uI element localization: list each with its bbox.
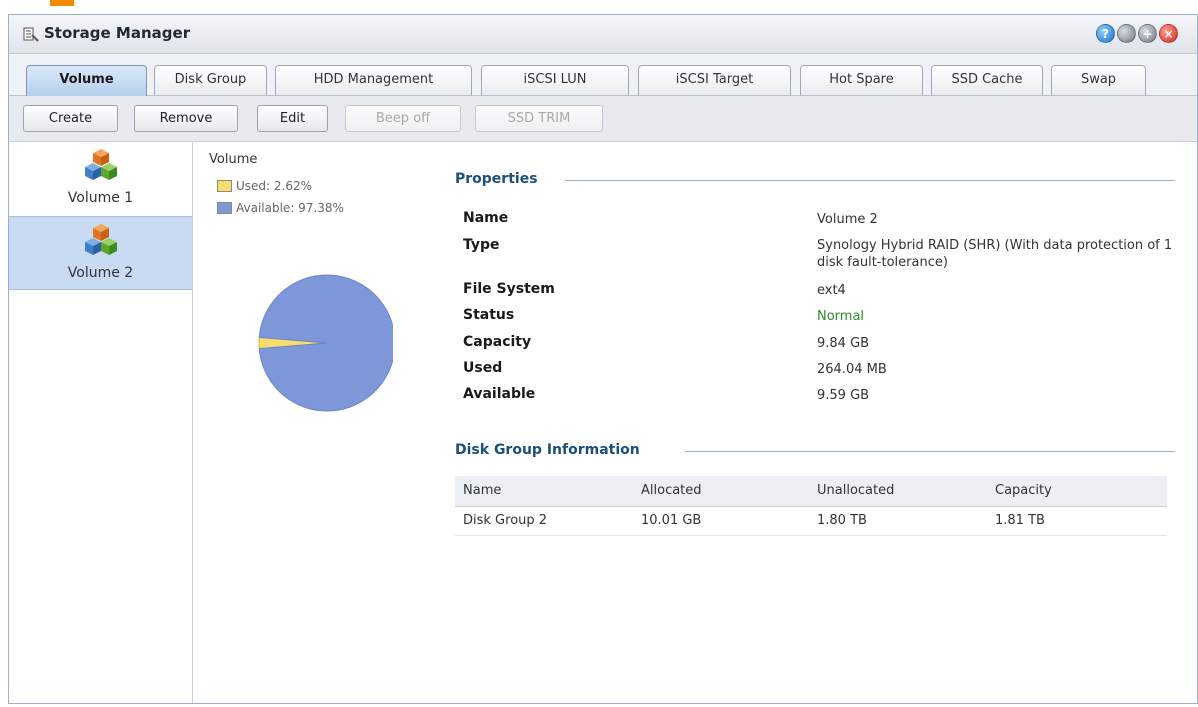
cell-name: Disk Group 2 bbox=[463, 513, 548, 528]
prop-label-status: Status bbox=[463, 307, 515, 323]
column-header-name[interactable]: Name bbox=[463, 483, 501, 498]
disk-group-info-header: Disk Group Information bbox=[455, 442, 648, 458]
close-icon[interactable]: × bbox=[1159, 24, 1178, 43]
prop-label-name: Name bbox=[463, 210, 509, 226]
help-icon[interactable]: ? bbox=[1096, 24, 1115, 43]
prop-label-type: Type bbox=[463, 237, 500, 253]
maximize-icon[interactable]: + bbox=[1138, 24, 1157, 43]
volume-cubes-icon bbox=[85, 224, 117, 255]
tab-hot-spare[interactable]: Hot Spare bbox=[800, 65, 923, 95]
legend-item-used: Used: 2.62% bbox=[217, 179, 312, 193]
prop-value-used: 264.04 MB bbox=[817, 362, 887, 377]
legend-label-used: Used: 2.62% bbox=[236, 179, 313, 193]
edit-button[interactable]: Edit bbox=[257, 105, 328, 132]
accent-mark bbox=[50, 0, 74, 6]
toolbar: Create Remove Edit Beep off SSD TRIM bbox=[9, 96, 1197, 142]
table-header: Name Allocated Unallocated Capacity bbox=[455, 476, 1167, 507]
column-header-capacity[interactable]: Capacity bbox=[995, 483, 1052, 498]
legend-swatch-used bbox=[217, 180, 232, 192]
tab-iscsi-target[interactable]: iSCSI Target bbox=[638, 65, 791, 95]
prop-label-used: Used bbox=[463, 360, 503, 376]
prop-label-file-system: File System bbox=[463, 281, 555, 297]
window-title: Storage Manager bbox=[44, 24, 191, 42]
volume-list: Volume 1 Volume 2 bbox=[9, 142, 193, 703]
tab-volume[interactable]: Volume bbox=[26, 65, 147, 96]
properties-divider bbox=[565, 180, 1175, 181]
storage-manager-app-icon bbox=[23, 27, 39, 42]
tab-hdd-management[interactable]: HDD Management bbox=[275, 65, 472, 95]
ssd-trim-button[interactable]: SSD TRIM bbox=[475, 105, 603, 132]
volume-label: Volume 1 bbox=[67, 190, 134, 206]
column-header-unallocated[interactable]: Unallocated bbox=[817, 483, 894, 498]
legend-label-available: Available: 97.38% bbox=[236, 201, 344, 215]
volume-usage-pie-chart bbox=[258, 274, 393, 412]
table-row[interactable]: Disk Group 2 10.01 GB 1.80 TB 1.81 TB bbox=[455, 507, 1167, 536]
create-button[interactable]: Create bbox=[23, 105, 118, 132]
prop-value-available: 9.59 GB bbox=[817, 388, 870, 403]
tab-disk-group[interactable]: Disk Group bbox=[154, 65, 267, 95]
tab-bar: Volume Disk Group HDD Management iSCSI L… bbox=[9, 54, 1197, 96]
minimize-icon[interactable] bbox=[1117, 24, 1136, 43]
legend-item-available: Available: 97.38% bbox=[217, 201, 344, 215]
volume-detail-panel: Volume Used: 2.62% Available: 97.38% Pro… bbox=[193, 142, 1197, 703]
tab-ssd-cache[interactable]: SSD Cache bbox=[931, 65, 1043, 95]
beep-off-button[interactable]: Beep off bbox=[345, 105, 461, 132]
storage-manager-window: Storage Manager ? + × Volume Disk Group … bbox=[8, 14, 1198, 704]
volume-label: Volume 2 bbox=[67, 265, 134, 281]
prop-value-capacity: 9.84 GB bbox=[817, 336, 870, 351]
prop-value-name: Volume 2 bbox=[817, 212, 878, 227]
properties-header: Properties bbox=[455, 171, 546, 187]
remove-button[interactable]: Remove bbox=[134, 105, 238, 132]
prop-value-type: Synology Hybrid RAID (SHR) (With data pr… bbox=[817, 238, 1173, 270]
prop-value-status: Normal bbox=[817, 309, 865, 324]
cell-unallocated: 1.80 TB bbox=[817, 513, 867, 528]
title-bar: Storage Manager ? + × bbox=[9, 15, 1197, 54]
column-header-allocated[interactable]: Allocated bbox=[641, 483, 702, 498]
disk-group-info-divider bbox=[685, 451, 1175, 452]
prop-value-file-system: ext4 bbox=[817, 283, 846, 298]
prop-label-capacity: Capacity bbox=[463, 334, 532, 350]
volume-list-item-volume-1[interactable]: Volume 1 bbox=[9, 142, 192, 216]
top-accent-strip bbox=[0, 0, 1198, 14]
tab-swap[interactable]: Swap bbox=[1051, 65, 1146, 95]
cell-allocated: 10.01 GB bbox=[641, 513, 702, 528]
prop-label-available: Available bbox=[463, 386, 536, 402]
volume-cubes-icon bbox=[85, 149, 117, 180]
legend-swatch-available bbox=[217, 202, 232, 214]
chart-title: Volume bbox=[209, 152, 258, 167]
volume-list-item-volume-2[interactable]: Volume 2 bbox=[9, 216, 192, 290]
tab-iscsi-lun[interactable]: iSCSI LUN bbox=[481, 65, 629, 95]
cell-capacity: 1.81 TB bbox=[995, 513, 1045, 528]
